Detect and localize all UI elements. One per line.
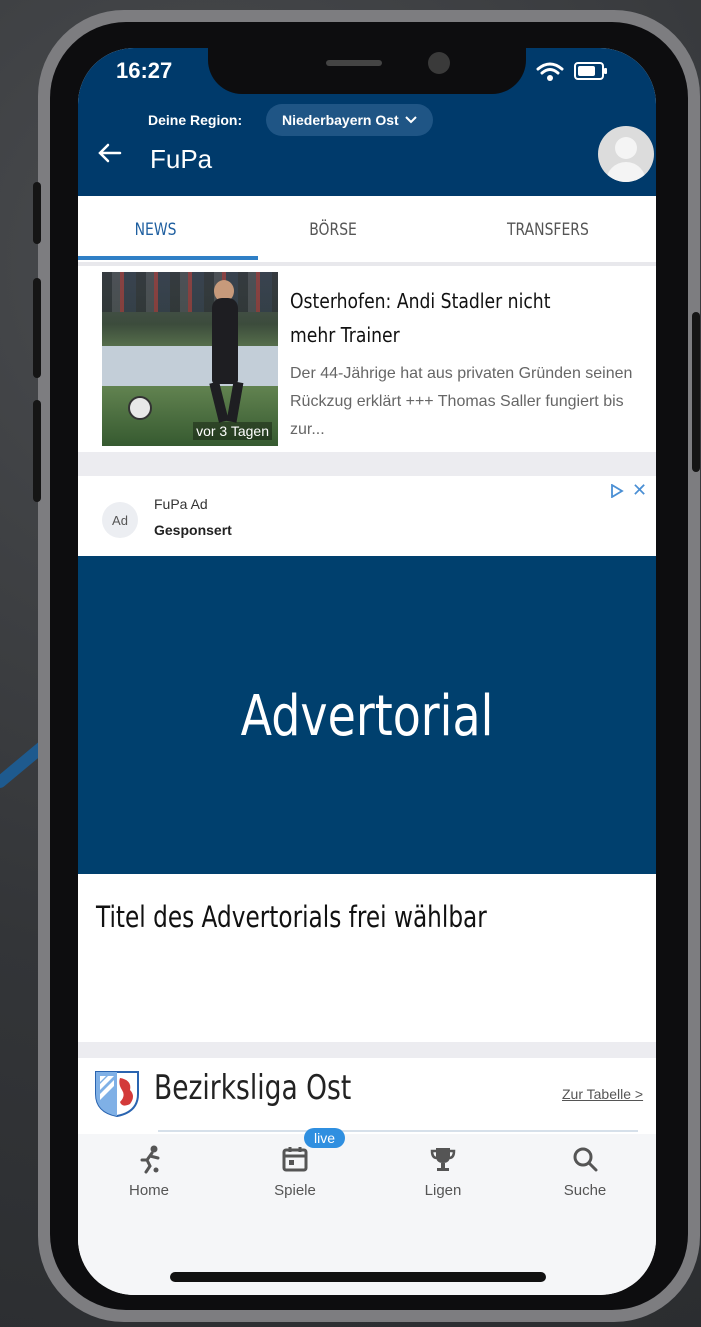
region-value: Niederbayern Ost [282, 112, 399, 128]
tab-transfers[interactable]: TRANSFERS [507, 220, 589, 240]
battery-tip [604, 68, 607, 74]
nav-label-suche: Suche [563, 1182, 607, 1199]
thumbnail-crowd [102, 272, 278, 312]
page-title: FuPa [150, 144, 213, 174]
silent-switch [33, 182, 41, 244]
ad-close-icon[interactable]: ✕ [632, 480, 647, 501]
battery-icon [574, 62, 604, 80]
camera [428, 52, 450, 74]
ad-badge: Ad [102, 502, 138, 538]
thumbnail-banner [102, 346, 278, 386]
nav-item-ligen[interactable]: Ligen [398, 1144, 488, 1199]
advertorial-title-card[interactable]: Titel des Advertorials frei wählbar [78, 874, 656, 1042]
thumbnail-player-leg [209, 381, 229, 423]
bottom-navigation: Home Spiele live Ligen Suche [78, 1128, 656, 1295]
nav-item-spiele[interactable]: Spiele [250, 1144, 340, 1199]
active-tab-indicator [78, 256, 258, 260]
volume-down-button [33, 400, 41, 502]
phone-screen: 16:27 Deine Region: Niederbayern Ost FuP… [78, 48, 656, 1295]
search-icon [573, 1147, 598, 1172]
nav-item-suche[interactable]: Suche [540, 1144, 630, 1199]
article-thumbnail: vor 3 Tagen [102, 272, 278, 446]
article-time-tag: vor 3 Tagen [193, 422, 272, 440]
back-arrow-icon[interactable] [94, 138, 124, 168]
wifi-icon [536, 62, 564, 81]
nav-item-home[interactable]: Home [104, 1144, 194, 1199]
volume-up-button [33, 278, 41, 378]
ad-name: FuPa Ad [154, 496, 208, 512]
tab-bar: NEWS BÖRSE TRANSFERS [78, 196, 656, 266]
divider [78, 1042, 656, 1058]
thumbnail-player [212, 298, 238, 384]
advertorial-banner-text: Advertorial [240, 684, 494, 749]
live-badge: live [304, 1128, 346, 1148]
league-section-header: Bezirksliga Ost Zur Tabelle > [78, 1058, 656, 1134]
league-name: Bezirksliga Ost [154, 1068, 352, 1108]
nav-label-spiele: Spiele [274, 1182, 316, 1199]
region-label: Deine Region: [148, 112, 243, 128]
nav-label-home: Home [128, 1182, 169, 1199]
trophy-icon [430, 1148, 456, 1171]
calendar-icon [282, 1147, 308, 1172]
table-link[interactable]: Zur Tabelle > [562, 1086, 643, 1102]
tab-news[interactable]: NEWS [135, 220, 177, 240]
divider [158, 1130, 638, 1132]
nav-label-ligen: Ligen [424, 1182, 462, 1199]
speaker [326, 60, 382, 66]
player-kick-icon [140, 1145, 160, 1174]
app-header: 16:27 Deine Region: Niederbayern Ost FuP… [78, 48, 656, 196]
avatar-body [606, 162, 646, 182]
status-time: 16:27 [116, 58, 173, 83]
avatar-head [615, 137, 637, 159]
article-title: Osterhofen: Andi Stadler nicht mehr Trai… [290, 289, 551, 347]
thumbnail-player-leg [226, 381, 244, 423]
home-indicator[interactable] [170, 1272, 546, 1282]
ad-sponsored-label: Gesponsert [154, 522, 232, 538]
avatar[interactable] [598, 126, 654, 182]
adchoices-icon[interactable] [610, 484, 624, 498]
advertorial-title: Titel des Advertorials frei wählbar [96, 900, 487, 934]
league-crest-icon [95, 1071, 139, 1118]
thumbnail-ball [128, 396, 152, 420]
sponsored-ad-header: Ad FuPa Ad Gesponsert ✕ [78, 476, 656, 556]
region-selector[interactable]: Niederbayern Ost [266, 104, 433, 136]
power-button [692, 312, 700, 472]
divider [78, 452, 656, 476]
news-article-card[interactable]: vor 3 Tagen Osterhofen: Andi Stadler nic… [78, 266, 656, 452]
chevron-down-icon [405, 116, 417, 124]
tab-boerse[interactable]: BÖRSE [309, 220, 357, 240]
article-teaser: Der 44-Jährige hat aus privaten Gründen … [290, 365, 633, 438]
advertorial-banner[interactable]: Advertorial [78, 556, 656, 874]
notch [208, 48, 526, 94]
